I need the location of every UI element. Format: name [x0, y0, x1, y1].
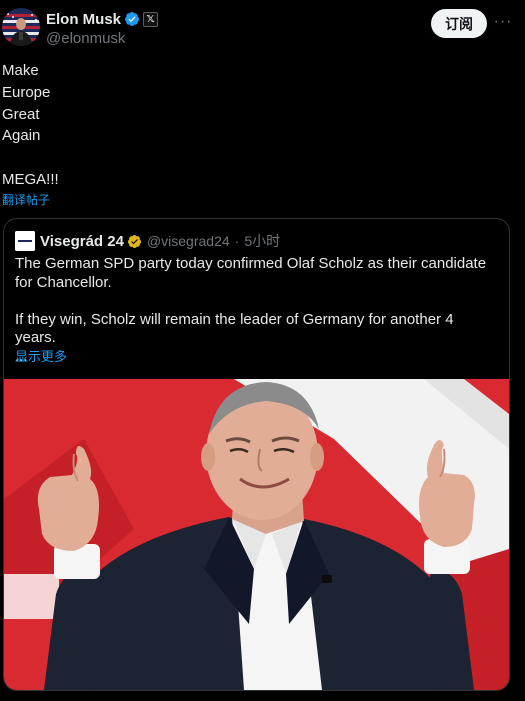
- quoted-post-header: Visegrád 24 @visegrad24 · 5小时: [15, 231, 280, 251]
- author-name-row: Elon Musk 𝕏: [46, 9, 159, 29]
- author-display-name[interactable]: Elon Musk: [46, 11, 121, 28]
- quoted-post-time[interactable]: 5小时: [244, 231, 280, 251]
- quoted-post-card[interactable]: Visegrád 24 @visegrad24 · 5小时 The German…: [3, 218, 510, 691]
- translate-post-link[interactable]: 翻译帖子: [2, 191, 50, 208]
- quoted-author-avatar[interactable]: [15, 231, 35, 251]
- avatar-photo-icon: [2, 8, 40, 46]
- photo-of-man-giving-thumbs-up-icon: [4, 379, 509, 690]
- meta-separator: ·: [234, 233, 240, 249]
- quoted-author-handle: @visegrad24: [146, 233, 230, 249]
- visegrad-logo-icon: [15, 231, 35, 251]
- show-more-link[interactable]: 显示更多: [15, 346, 67, 365]
- quoted-author-name[interactable]: Visegrád 24: [40, 233, 124, 250]
- gold-verified-badge-icon: [127, 234, 142, 249]
- post-text: Make Europe Great Again MEGA!!!: [2, 62, 59, 188]
- author-info: Elon Musk 𝕏 @elonmusk: [46, 9, 159, 47]
- quoted-post-image[interactable]: [4, 379, 509, 690]
- author-avatar[interactable]: [2, 8, 40, 46]
- quoted-post-text: The German SPD party today confirmed Ola…: [15, 255, 487, 365]
- more-options-icon[interactable]: ···: [493, 12, 513, 32]
- verified-badge-icon[interactable]: [124, 11, 140, 27]
- tweet: Elon Musk 𝕏 @elonmusk 订阅 ··· Make Europe…: [0, 0, 525, 701]
- author-handle[interactable]: @elonmusk: [46, 30, 158, 47]
- subscribe-button[interactable]: 订阅: [431, 9, 487, 38]
- x-affiliate-badge-icon[interactable]: 𝕏: [143, 11, 159, 27]
